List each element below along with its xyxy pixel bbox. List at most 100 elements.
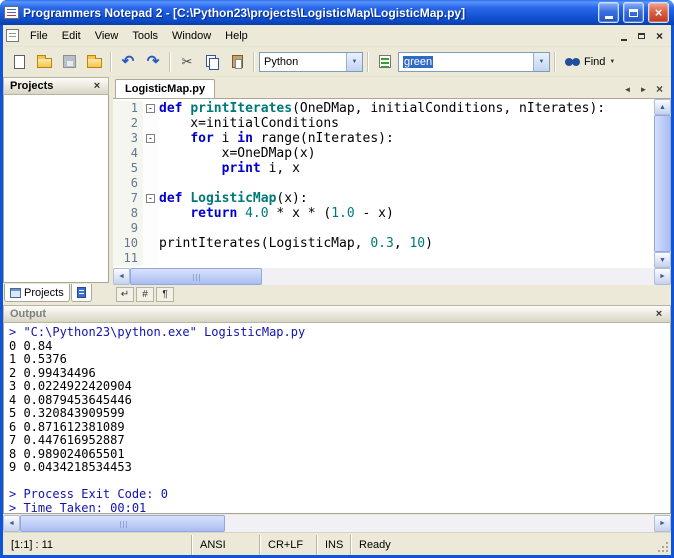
find-label: Find: [584, 56, 605, 68]
close-icon: ×: [656, 308, 662, 320]
open-file-button[interactable]: [32, 51, 56, 73]
scroll-tabs-left-button[interactable]: ◄: [621, 85, 634, 94]
code-line[interactable]: 6: [113, 176, 654, 191]
redo-icon: ↷: [147, 54, 160, 69]
menu-item-help[interactable]: Help: [218, 27, 255, 45]
menu-item-tools[interactable]: Tools: [125, 27, 165, 45]
menu-item-view[interactable]: View: [88, 27, 126, 45]
maximize-button[interactable]: [623, 2, 644, 23]
tab-text-clips[interactable]: [71, 284, 92, 302]
code-line[interactable]: 3- for i in range(nIterates):: [113, 131, 654, 146]
fold-toggle-icon[interactable]: -: [146, 104, 155, 113]
horizontal-scroll-track[interactable]: [225, 515, 654, 532]
mdi-minimize-button[interactable]: [615, 28, 632, 43]
code-line[interactable]: 10 printIterates(LogisticMap, 0.3, 10): [113, 236, 654, 251]
code-line[interactable]: 8 return 4.0 * x * (1.0 - x): [113, 206, 654, 221]
fold-toggle-icon[interactable]: -: [146, 134, 155, 143]
undo-button[interactable]: ↶: [116, 51, 140, 73]
menu-item-window[interactable]: Window: [165, 27, 218, 45]
scheme-select[interactable]: Python ▼: [259, 52, 363, 72]
code-line[interactable]: 9: [113, 221, 654, 236]
editor-toggle-bar: ↵ # ¶: [113, 285, 671, 303]
fold-margin: [143, 176, 159, 191]
code-text: printIterates(LogisticMap, 0.3, 10): [159, 236, 433, 251]
status-bar: [1:1] : 11 ANSI CR+LF INS Ready: [3, 532, 671, 555]
line-number: 5: [113, 161, 143, 176]
line-number: 10: [113, 236, 143, 251]
code-text: def printIterates(OneDMap, initialCondit…: [159, 101, 605, 116]
scroll-right-button[interactable]: ►: [654, 515, 671, 532]
scroll-left-button[interactable]: ◄: [113, 268, 130, 285]
paste-button[interactable]: [225, 51, 249, 73]
highlight-button[interactable]: [373, 51, 397, 73]
close-icon: ×: [94, 80, 100, 92]
cut-button[interactable]: ✂: [175, 51, 199, 73]
line-ending-indicator: CR+LF: [259, 535, 316, 555]
mdi-restore-button[interactable]: [633, 28, 650, 43]
output-line: [9, 475, 665, 489]
close-button[interactable]: ×: [648, 2, 669, 23]
mdi-close-button[interactable]: ×: [651, 28, 668, 43]
code-line[interactable]: 11: [113, 251, 654, 266]
search-input[interactable]: green: [399, 56, 533, 68]
line-number: 9: [113, 221, 143, 236]
line-number: 2: [113, 116, 143, 131]
search-combo[interactable]: green ▼: [398, 52, 550, 72]
line-number: 7: [113, 191, 143, 206]
scroll-left-button[interactable]: ◄: [3, 515, 20, 532]
close-tab-button[interactable]: ×: [653, 83, 666, 95]
tab-projects[interactable]: Projects: [4, 284, 70, 302]
code-line[interactable]: 7-def LogisticMap(x):: [113, 191, 654, 206]
code-line[interactable]: 4 x=OneDMap(x): [113, 146, 654, 161]
menu-item-file[interactable]: File: [23, 27, 55, 45]
output-lines[interactable]: > "C:\Python23\python.exe" LogisticMap.p…: [3, 323, 671, 514]
search-dropdown-button[interactable]: ▼: [533, 53, 549, 71]
tab-logisticmap[interactable]: LogisticMap.py: [115, 79, 215, 98]
window-title: Programmers Notepad 2 - [C:\Python23\pro…: [23, 6, 594, 20]
editor-horizontal-scrollbar[interactable]: ◄ ►: [113, 268, 671, 285]
title-bar[interactable]: Programmers Notepad 2 - [C:\Python23\pro…: [0, 0, 674, 25]
save-button[interactable]: [57, 51, 81, 73]
open-project-button[interactable]: [82, 51, 106, 73]
scroll-tabs-right-button[interactable]: ►: [637, 85, 650, 94]
line-numbers-toggle[interactable]: #: [136, 287, 154, 302]
copy-button[interactable]: [200, 51, 224, 73]
chevron-down-icon: ▼: [352, 59, 358, 65]
code-text: x=initialConditions: [159, 116, 339, 131]
chevron-down-icon: ▼: [539, 59, 545, 65]
redo-button[interactable]: ↷: [141, 51, 165, 73]
code-line[interactable]: 5 print i, x: [113, 161, 654, 176]
fold-margin: [143, 116, 159, 131]
horizontal-scroll-thumb[interactable]: [130, 268, 262, 285]
scroll-right-button[interactable]: ►: [654, 268, 671, 285]
word-wrap-toggle[interactable]: ↵: [116, 287, 134, 302]
code-text: def LogisticMap(x):: [159, 191, 308, 206]
menu-item-edit[interactable]: Edit: [55, 27, 88, 45]
editor-vertical-scrollbar[interactable]: ▲ ▼: [654, 99, 671, 268]
horizontal-scroll-thumb[interactable]: [20, 515, 225, 532]
scroll-up-button[interactable]: ▲: [654, 99, 671, 115]
scheme-dropdown-button[interactable]: ▼: [346, 53, 362, 71]
minimize-button[interactable]: [598, 2, 619, 23]
output-close-button[interactable]: ×: [652, 308, 666, 321]
scroll-down-button[interactable]: ▼: [654, 252, 671, 268]
open-folder-icon: [37, 58, 52, 68]
code-line[interactable]: 2 x=initialConditions: [113, 116, 654, 131]
document-icon[interactable]: [6, 29, 19, 42]
cut-icon: ✂: [182, 55, 193, 69]
projects-header: Projects ×: [3, 77, 109, 95]
code-line[interactable]: 1-def printIterates(OneDMap, initialCond…: [113, 101, 654, 116]
find-button[interactable]: Find ▼: [560, 54, 620, 70]
toolbar-separator: [110, 52, 112, 72]
horizontal-scroll-track[interactable]: [262, 268, 654, 285]
vertical-scroll-thumb[interactable]: [654, 115, 671, 252]
highlighter-icon: [379, 55, 391, 68]
fold-toggle-icon[interactable]: -: [146, 194, 155, 203]
resize-grip[interactable]: [655, 535, 671, 555]
projects-close-button[interactable]: ×: [90, 80, 104, 93]
new-file-button[interactable]: [7, 51, 31, 73]
bottom-horizontal-scrollbar[interactable]: ◄ ►: [3, 515, 671, 532]
editor-lines[interactable]: 1-def printIterates(OneDMap, initialCond…: [113, 99, 654, 268]
projects-tree[interactable]: [3, 95, 109, 283]
whitespace-toggle[interactable]: ¶: [156, 287, 174, 302]
